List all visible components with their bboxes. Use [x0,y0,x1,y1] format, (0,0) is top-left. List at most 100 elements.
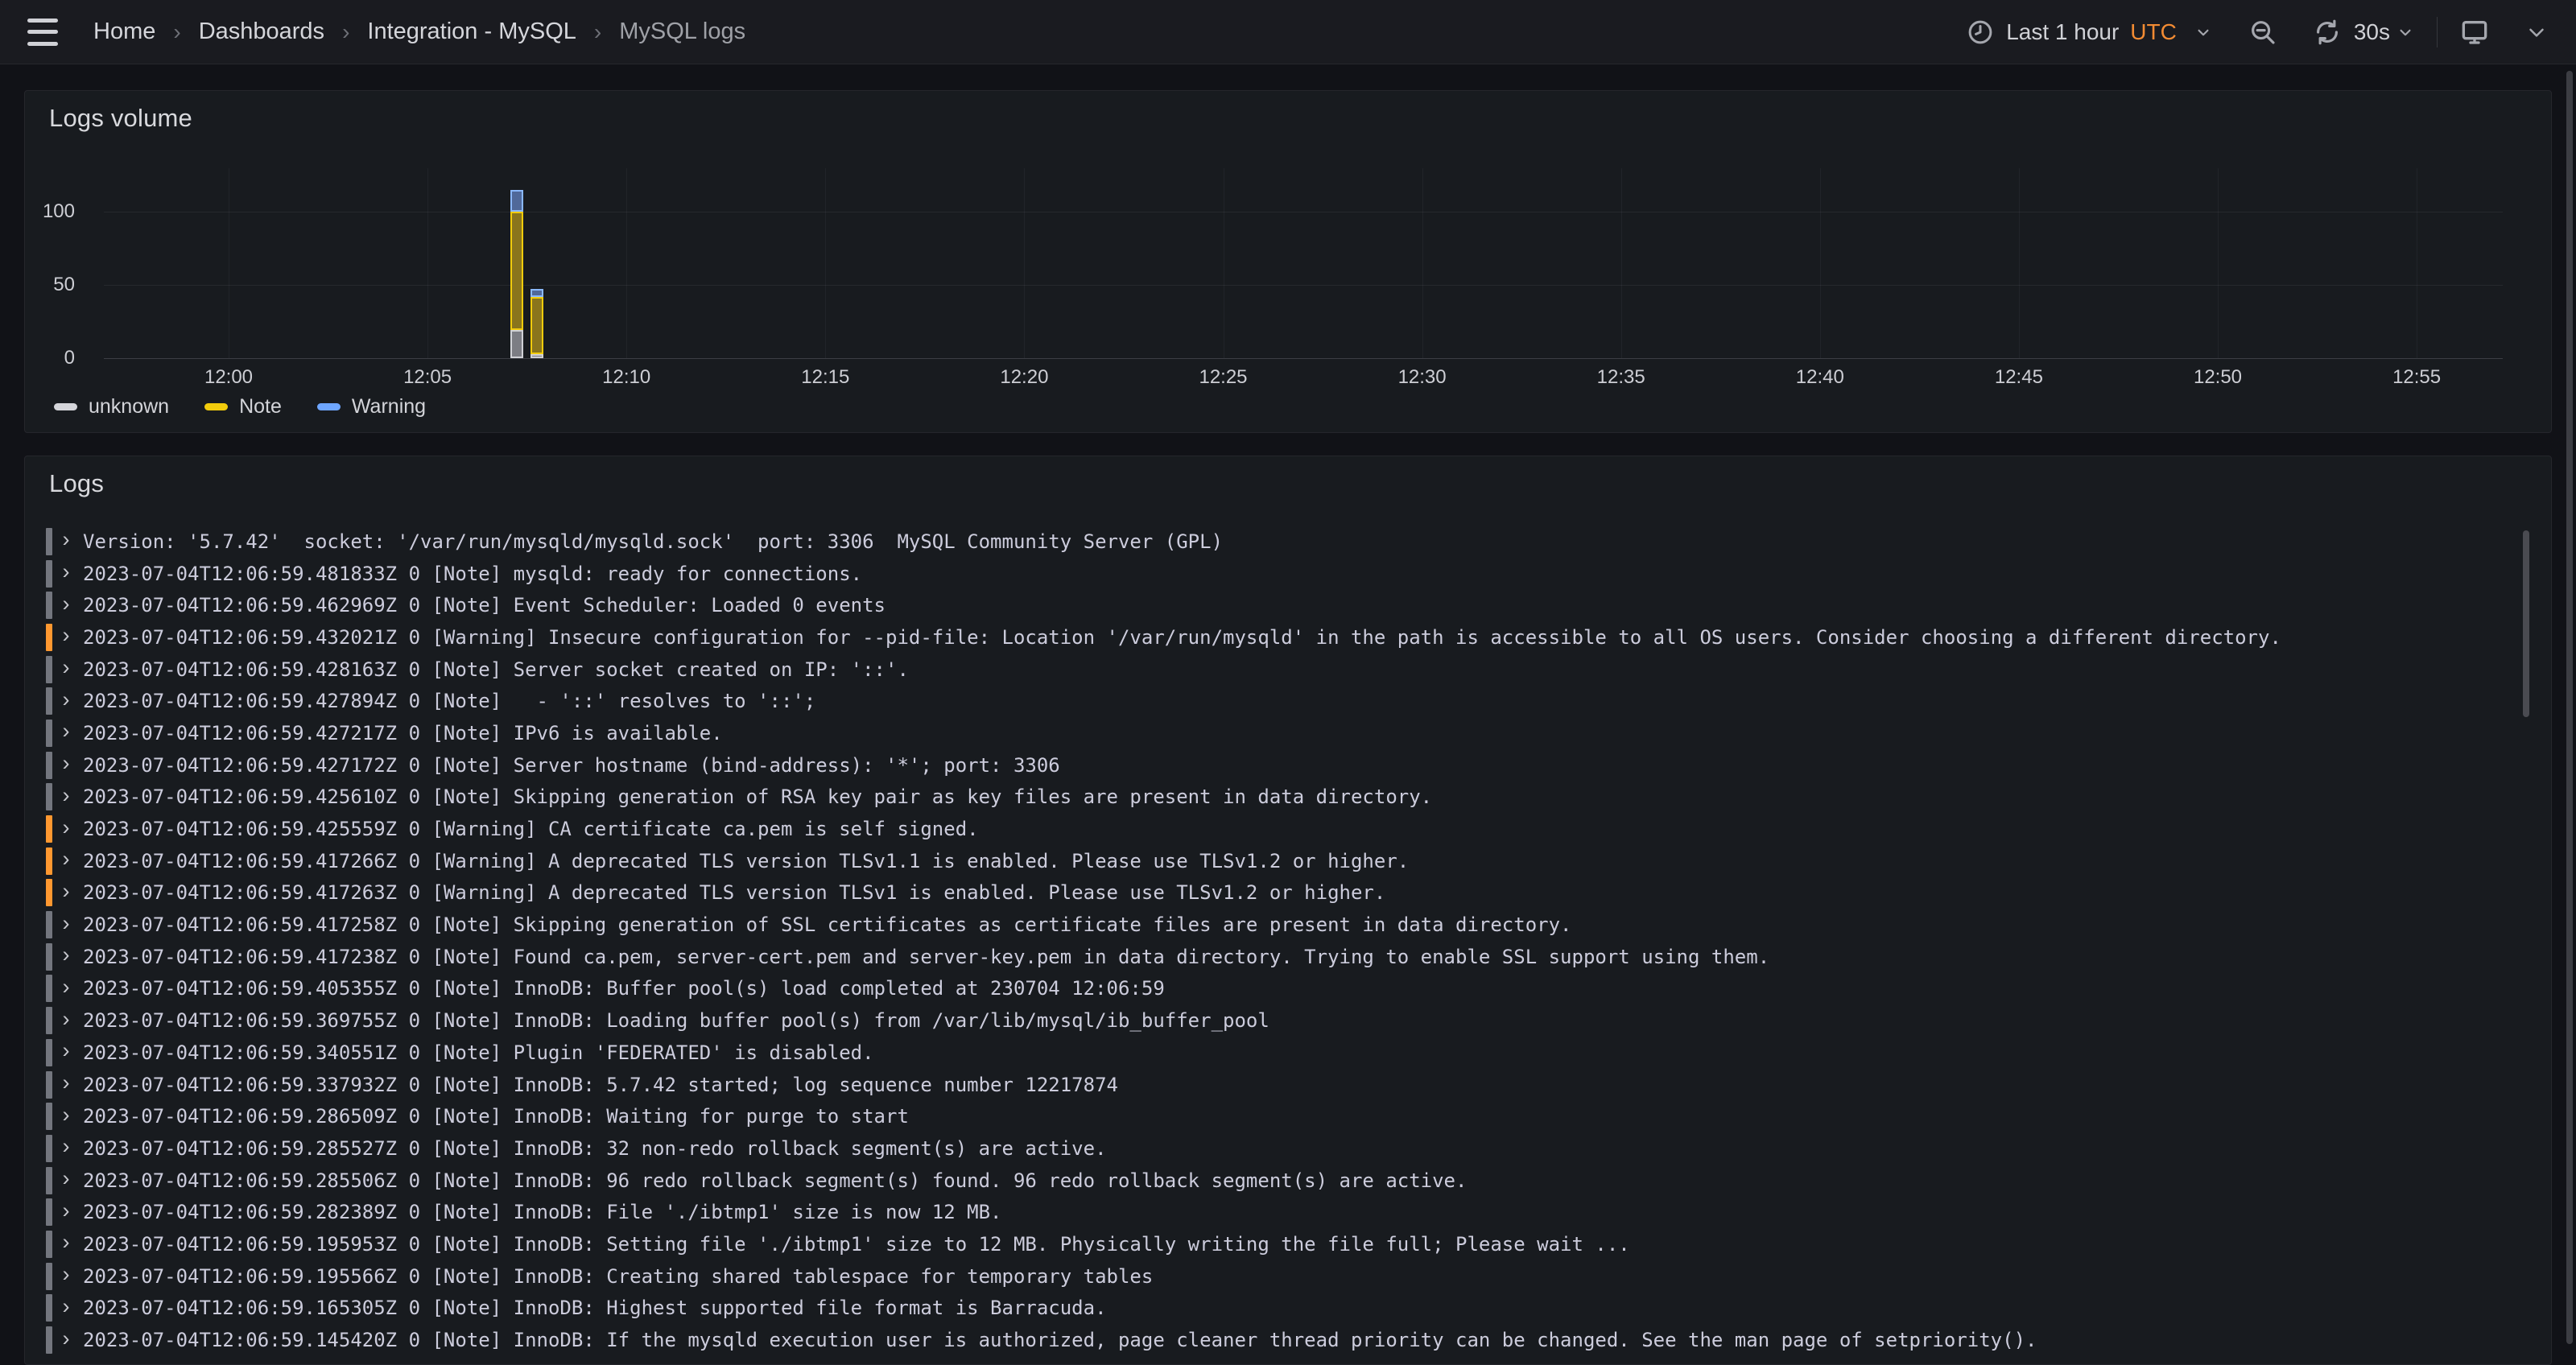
log-row[interactable]: ›2023-07-04T12:06:59.282389Z 0 [Note] In… [25,1196,2551,1228]
breadcrumb-separator: › [342,19,349,45]
log-level-indicator-note [46,1198,52,1226]
log-expand-chevron-icon[interactable]: › [59,1136,73,1161]
log-expand-chevron-icon[interactable]: › [59,913,73,938]
log-row[interactable]: ›2023-07-04T12:06:59.427172Z 0 [Note] Se… [25,749,2551,781]
x-tick-label-12-05: 12:05 [403,366,452,389]
log-rows-list: › Version: '5.7.42' socket: '/var/run/mys… [25,526,2551,1356]
bar-segment-warning-12-07-30 [530,289,543,296]
breadcrumb-item-integration-mysql[interactable]: Integration - MySQL [367,19,576,45]
y-tick-label-50: 50 [25,274,75,296]
log-expand-chevron-icon[interactable]: › [59,1200,73,1225]
log-line-text: 2023-07-04T12:06:59.286509Z 0 [Note] Inn… [83,1105,909,1128]
time-range-picker[interactable]: Last 1 hour UTC [1966,18,2214,47]
log-expand-chevron-icon[interactable]: › [59,848,73,873]
log-expand-chevron-icon[interactable]: › [59,880,73,905]
log-row[interactable]: › 2023-07-04T12:06:59.417263Z 0 [Warning]… [25,877,2551,909]
log-row[interactable]: ›2023-07-04T12:06:59.145420Z 0 [Note] In… [25,1324,2551,1356]
log-row[interactable]: › 2023-07-04T12:06:59.286509Z 0 [Note] In… [25,1100,2551,1132]
legend-swatch-unknown [54,403,77,410]
log-row[interactable]: ›2023-07-04T12:06:59.165305Z 0 [Note] In… [25,1293,2551,1325]
log-expand-chevron-icon[interactable]: › [59,625,73,650]
log-expand-chevron-icon[interactable]: › [59,1008,73,1033]
log-expand-chevron-icon[interactable]: › [59,944,73,969]
x-tick-label-12-40: 12:40 [1796,366,1844,389]
x-tick-label-12-30: 12:30 [1398,366,1447,389]
monitor-icon [2458,16,2491,48]
log-row[interactable]: ›2023-07-04T12:06:59.369755Z 0 [Note] In… [25,1004,2551,1037]
refresh-interval-dropdown[interactable]: 30s [2343,19,2416,45]
header-divider [2437,17,2438,47]
breadcrumb-item-dashboards[interactable]: Dashboards [199,19,324,45]
x-tick-label-12-10: 12:10 [602,366,650,389]
log-row[interactable]: ›2023-07-04T12:06:59.481833Z 0 [Note] my… [25,558,2551,590]
panel-title-logs[interactable]: Logs [49,469,104,498]
log-expand-chevron-icon[interactable]: › [59,593,73,618]
log-expand-chevron-icon[interactable]: › [59,561,73,586]
breadcrumb-separator: › [173,19,180,45]
logs-panel-scrollbar[interactable] [2523,530,2529,717]
log-expand-chevron-icon[interactable]: › [59,720,73,745]
collapse-header-button[interactable] [2524,20,2549,44]
chevron-down-icon [2395,22,2416,43]
log-level-indicator-warning [46,815,52,843]
log-row[interactable]: ›2023-07-04T12:06:59.285506Z 0 [Note] In… [25,1165,2551,1197]
log-line-text: 2023-07-04T12:06:59.427894Z 0 [Note] - '… [83,690,815,712]
log-line-text: 2023-07-04T12:06:59.417263Z 0 [Warning] … [83,881,1385,904]
log-row[interactable]: ›2023-07-04T12:06:59.337932Z 0 [Note] In… [25,1069,2551,1101]
log-row[interactable]: › Version: '5.7.42' socket: '/var/run/mys… [25,526,2551,558]
gridline-y-50 [104,285,2503,286]
log-row[interactable]: ›2023-07-04T12:06:59.425559Z 0 [Warning]… [25,813,2551,845]
log-expand-chevron-icon[interactable]: › [59,817,73,842]
log-expand-chevron-icon[interactable]: › [59,1264,73,1289]
menu-icon[interactable] [27,19,58,46]
log-expand-chevron-icon[interactable]: › [59,1328,73,1353]
x-tick-label-12-20: 12:20 [1000,366,1048,389]
legend-label-unknown: unknown [89,395,169,419]
legend-item-warning[interactable]: Warning [317,395,426,419]
refresh-button[interactable] [2312,17,2343,47]
x-tick-label-12-35: 12:35 [1597,366,1645,389]
log-level-indicator-note [46,1071,52,1099]
log-row[interactable]: ›2023-07-04T12:06:59.285527Z 0 [Note] In… [25,1132,2551,1165]
log-row[interactable]: ›2023-07-04T12:06:59.427217Z 0 [Note] IP… [25,717,2551,749]
legend-item-note[interactable]: Note [204,395,282,419]
log-expand-chevron-icon[interactable]: › [59,1231,73,1256]
log-expand-chevron-icon[interactable]: › [59,785,73,810]
legend-swatch-warning [317,403,341,410]
log-row[interactable]: ›2023-07-04T12:06:59.432021Z 0 [Warning]… [25,621,2551,654]
log-row[interactable]: ›2023-07-04T12:06:59.340551Z 0 [Note] Pl… [25,1037,2551,1069]
log-row[interactable]: ›2023-07-04T12:06:59.428163Z 0 [Note] Se… [25,654,2551,686]
log-level-indicator-note [46,1231,52,1258]
x-tick-label-12-45: 12:45 [1995,366,2043,389]
log-expand-chevron-icon[interactable]: › [59,529,73,554]
log-expand-chevron-icon[interactable]: › [59,1296,73,1321]
log-expand-chevron-icon[interactable]: › [59,753,73,777]
log-expand-chevron-icon[interactable]: › [59,1168,73,1193]
log-row[interactable]: ›2023-07-04T12:06:59.417266Z 0 [Warning]… [25,845,2551,877]
log-line-text: 2023-07-04T12:06:59.405355Z 0 [Note] Inn… [83,977,1165,1000]
log-row[interactable]: ›2023-07-04T12:06:59.417258Z 0 [Note] Sk… [25,909,2551,941]
log-row[interactable]: ›2023-07-04T12:06:59.417238Z 0 [Note] Fo… [25,941,2551,973]
log-line-text: Version: '5.7.42' socket: '/var/run/mysq… [83,530,1223,553]
x-tick-label-12-00: 12:00 [204,366,253,389]
log-row[interactable]: ›2023-07-04T12:06:59.195566Z 0 [Note] In… [25,1260,2551,1293]
kiosk-mode-button[interactable] [2458,16,2491,48]
log-expand-chevron-icon[interactable]: › [59,689,73,714]
log-level-indicator-note [46,1007,52,1034]
log-expand-chevron-icon[interactable]: › [59,976,73,1001]
log-row[interactable]: › 2023-07-04T12:06:59.427894Z 0 [Note] - … [25,685,2551,717]
log-expand-chevron-icon[interactable]: › [59,1104,73,1129]
log-expand-chevron-icon[interactable]: › [59,1040,73,1065]
breadcrumb-item-home[interactable]: Home [93,19,155,45]
zoom-out-button[interactable] [2248,17,2278,47]
log-level-indicator-note [46,560,52,588]
log-expand-chevron-icon[interactable]: › [59,1072,73,1097]
log-row[interactable]: ›2023-07-04T12:06:59.462969Z 0 [Note] Ev… [25,589,2551,621]
page-scrollbar[interactable] [2566,71,2573,1344]
logs-volume-panel: Logs volume 05010012:0012:0512:1012:1512… [24,90,2552,433]
log-expand-chevron-icon[interactable]: › [59,657,73,682]
log-row[interactable]: ›2023-07-04T12:06:59.425610Z 0 [Note] Sk… [25,781,2551,814]
log-row[interactable]: › 2023-07-04T12:06:59.405355Z 0 [Note] In… [25,973,2551,1005]
log-row[interactable]: ›2023-07-04T12:06:59.195953Z 0 [Note] In… [25,1228,2551,1260]
legend-item-unknown[interactable]: unknown [54,395,169,419]
